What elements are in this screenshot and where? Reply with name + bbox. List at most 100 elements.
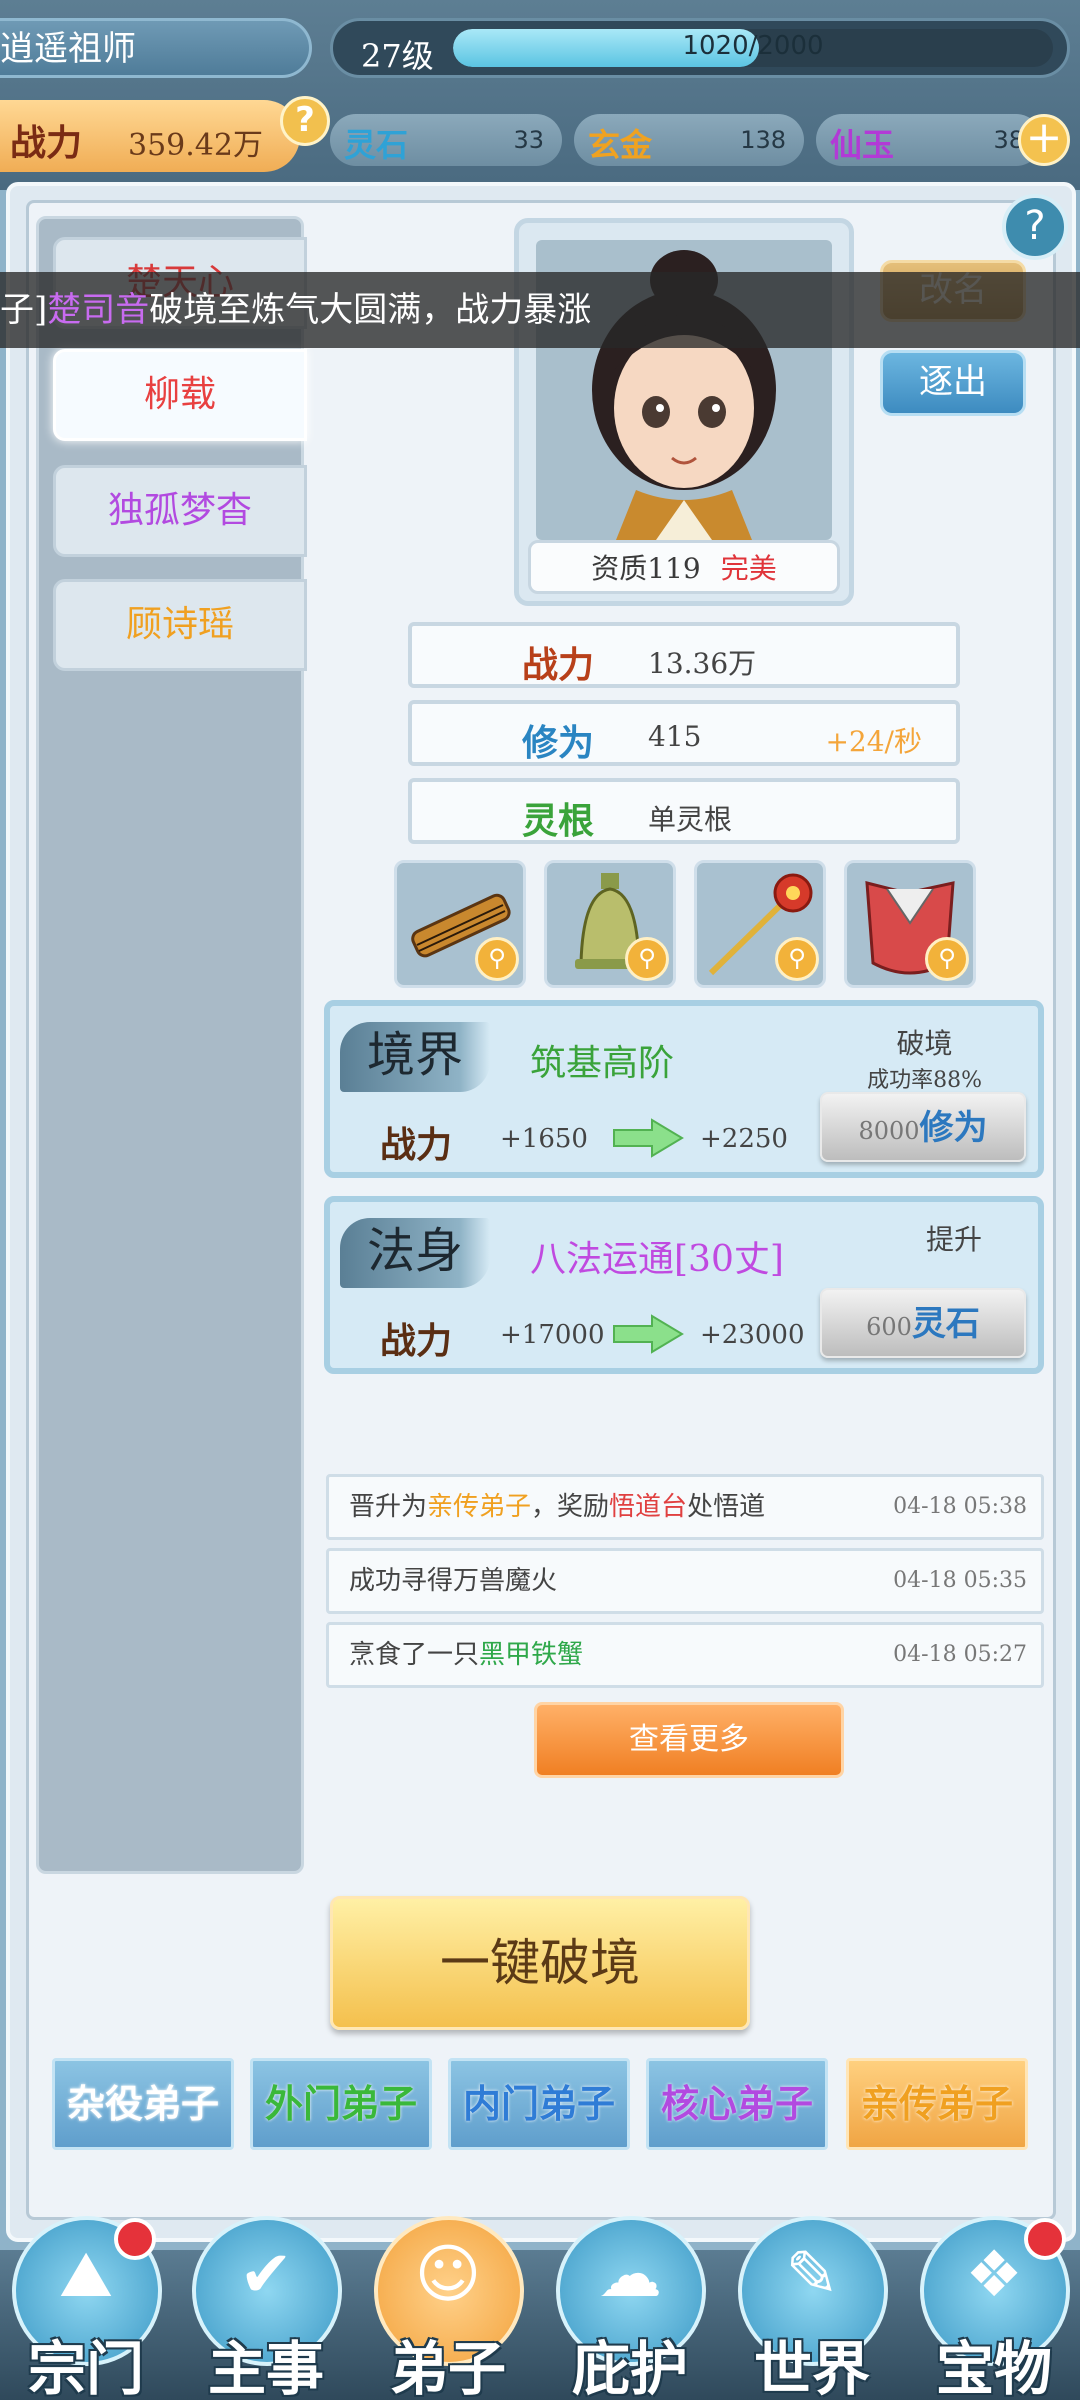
stat-value: 13.36万: [648, 647, 757, 680]
nav-label: 宝物: [935, 2335, 1052, 2400]
nav-label: 宗门: [27, 2335, 144, 2400]
rank-label: 核心弟子: [660, 2081, 813, 2126]
nav-protection[interactable]: ☁ 庇护: [552, 2216, 708, 2400]
rank-tab[interactable]: 杂役弟子: [52, 2058, 234, 2150]
stat-row-cultivation: 修为 415 +24/秒: [408, 700, 960, 766]
resource-label: 仙玉: [830, 126, 895, 164]
nav-sect[interactable]: ⛰ 宗门: [8, 2216, 164, 2400]
help-icon[interactable]: ?: [1002, 194, 1068, 260]
nav-label: 主事: [207, 2335, 324, 2400]
log-text: 成功寻得万兽魔火: [349, 1566, 557, 1596]
arrow-right-icon: [613, 1118, 684, 1158]
magnify-icon[interactable]: ⚲: [475, 937, 519, 981]
stat-value: 415: [648, 720, 702, 753]
resource-value: 138: [740, 126, 786, 154]
log-entry: 成功寻得万兽魔火 04-18 05:35: [326, 1548, 1044, 1614]
log-segment: 处悟道: [687, 1492, 766, 1522]
broadcast-name: 楚司音: [47, 290, 150, 330]
log-time: 04-18 05:38: [893, 1494, 1027, 1519]
log-segment: 成功寻得万兽魔火: [349, 1566, 558, 1596]
rank-tab[interactable]: 核心弟子: [646, 2058, 828, 2150]
disciple-icon: ☺: [414, 2238, 482, 2312]
rank-tab[interactable]: 外门弟子: [250, 2058, 432, 2150]
one-key-breakthrough-button[interactable]: 一键破境: [330, 1896, 750, 2030]
world-icon: ✎: [785, 2238, 839, 2312]
nav-disciples[interactable]: ☺ 弟子: [370, 2216, 526, 2400]
dharma-card-head: 法身: [340, 1218, 490, 1288]
broadcast-banner: 子]楚司音破境至炼气大圆满，战力暴涨: [0, 272, 1080, 348]
log-entry: 烹食了一只黑甲铁蟹 04-18 05:27: [326, 1622, 1044, 1688]
realm-power-label: 战力: [380, 1124, 453, 1166]
nav-label: 世界: [753, 2335, 870, 2400]
log-segment: ，奖励: [531, 1492, 610, 1522]
realm-card-head: 境界: [340, 1022, 490, 1092]
exp-progress: 1020/2000: [453, 29, 1053, 67]
realm-card: 境界 筑基高阶 破境 成功率88% 战力 +1650 +2250 8000修为: [324, 1000, 1044, 1178]
breakthrough-currency: 修为: [919, 1108, 988, 1148]
breakthrough-button[interactable]: 8000修为: [820, 1092, 1026, 1162]
rank-label: 杂役弟子: [66, 2081, 219, 2126]
equipment-slot[interactable]: ⚲: [544, 860, 676, 988]
disciple-item[interactable]: 独孤梦杳: [53, 465, 307, 557]
magnify-icon[interactable]: ⚲: [775, 937, 819, 981]
nav-world[interactable]: ✎ 世界: [734, 2216, 890, 2400]
rank-tab[interactable]: 亲传弟子: [846, 2058, 1028, 2150]
upgrade-button[interactable]: 600灵石: [820, 1288, 1026, 1358]
realm-side-title: 破境: [896, 1027, 953, 1060]
stat-rate: +24/秒: [825, 725, 922, 758]
disciple-list[interactable]: 楚天心 柳载 独孤梦杳 顾诗瑶: [36, 216, 307, 1874]
resource-immortal-jade[interactable]: 仙玉 38: [816, 114, 1042, 166]
broadcast-prefix: 子]: [0, 290, 48, 330]
realm-power-from: +1650: [500, 1124, 588, 1154]
dharma-power-label: 战力: [380, 1320, 453, 1362]
rank-tab[interactable]: 内门弟子: [448, 2058, 630, 2150]
equipment-slot[interactable]: ⚲: [694, 860, 826, 988]
upgrade-currency: 灵石: [911, 1304, 980, 1344]
stat-value: 单灵根: [648, 803, 733, 836]
notification-dot: [114, 2218, 156, 2260]
magnify-icon[interactable]: ⚲: [925, 937, 969, 981]
disciple-name: 顾诗瑶: [125, 604, 234, 645]
nav-treasure[interactable]: ❖ 宝物: [916, 2216, 1072, 2400]
disciple-name: 独孤梦杳: [107, 490, 252, 531]
upgrade-cost: 600: [866, 1313, 912, 1341]
nav-affairs[interactable]: ✔ 主事: [188, 2216, 344, 2400]
disciple-item[interactable]: 柳载: [53, 349, 307, 441]
nav-label: 庇护: [571, 2335, 688, 2400]
breakthrough-cost: 8000: [858, 1117, 920, 1145]
question-icon[interactable]: ?: [280, 96, 330, 146]
log-segment: 烹食了一只: [349, 1640, 480, 1670]
equipment-slot[interactable]: ⚲: [394, 860, 526, 988]
aptitude-grade: 完美: [720, 552, 777, 585]
log-segment: 亲传弟子: [427, 1492, 532, 1522]
rank-label: 外门弟子: [264, 2081, 417, 2126]
notification-dot: [1024, 2218, 1066, 2260]
realm-success-rate: 成功率88%: [867, 1068, 982, 1093]
total-power: 战力 359.42万: [0, 100, 300, 172]
disciple-item[interactable]: 顾诗瑶: [53, 579, 307, 671]
view-more-button[interactable]: 查看更多: [534, 1702, 844, 1778]
player-name[interactable]: 逍遥祖师: [0, 18, 312, 78]
stat-row-power: 战力 13.36万: [408, 622, 960, 688]
resource-mystic-gold[interactable]: 玄金 138: [574, 114, 804, 166]
protect-icon: ☁: [598, 2238, 662, 2312]
arrow-right-icon: [613, 1314, 684, 1354]
realm-side: 破境 成功率88%: [867, 1022, 982, 1094]
plus-icon[interactable]: +: [1018, 114, 1070, 166]
stat-label: 战力: [522, 644, 595, 686]
log-time: 04-18 05:35: [893, 1568, 1027, 1593]
log-text: 晋升为亲传弟子，奖励悟道台处悟道: [349, 1492, 765, 1522]
rank-label: 内门弟子: [462, 2081, 615, 2126]
total-power-value: 359.42万: [128, 128, 263, 163]
dharma-side: 提升: [926, 1218, 982, 1258]
resource-spirit-stone[interactable]: 灵石 33: [330, 114, 562, 166]
resource-label: 玄金: [588, 126, 653, 164]
resource-value: 33: [513, 126, 544, 154]
magnify-icon[interactable]: ⚲: [625, 937, 669, 981]
total-power-label: 战力: [10, 122, 83, 164]
log-segment: 黑甲铁蟹: [479, 1640, 584, 1670]
expel-button[interactable]: 逐出: [880, 350, 1026, 416]
dharma-power-from: +17000: [500, 1320, 605, 1350]
equipment-slot[interactable]: ⚲: [844, 860, 976, 988]
nav-label: 弟子: [389, 2335, 506, 2400]
